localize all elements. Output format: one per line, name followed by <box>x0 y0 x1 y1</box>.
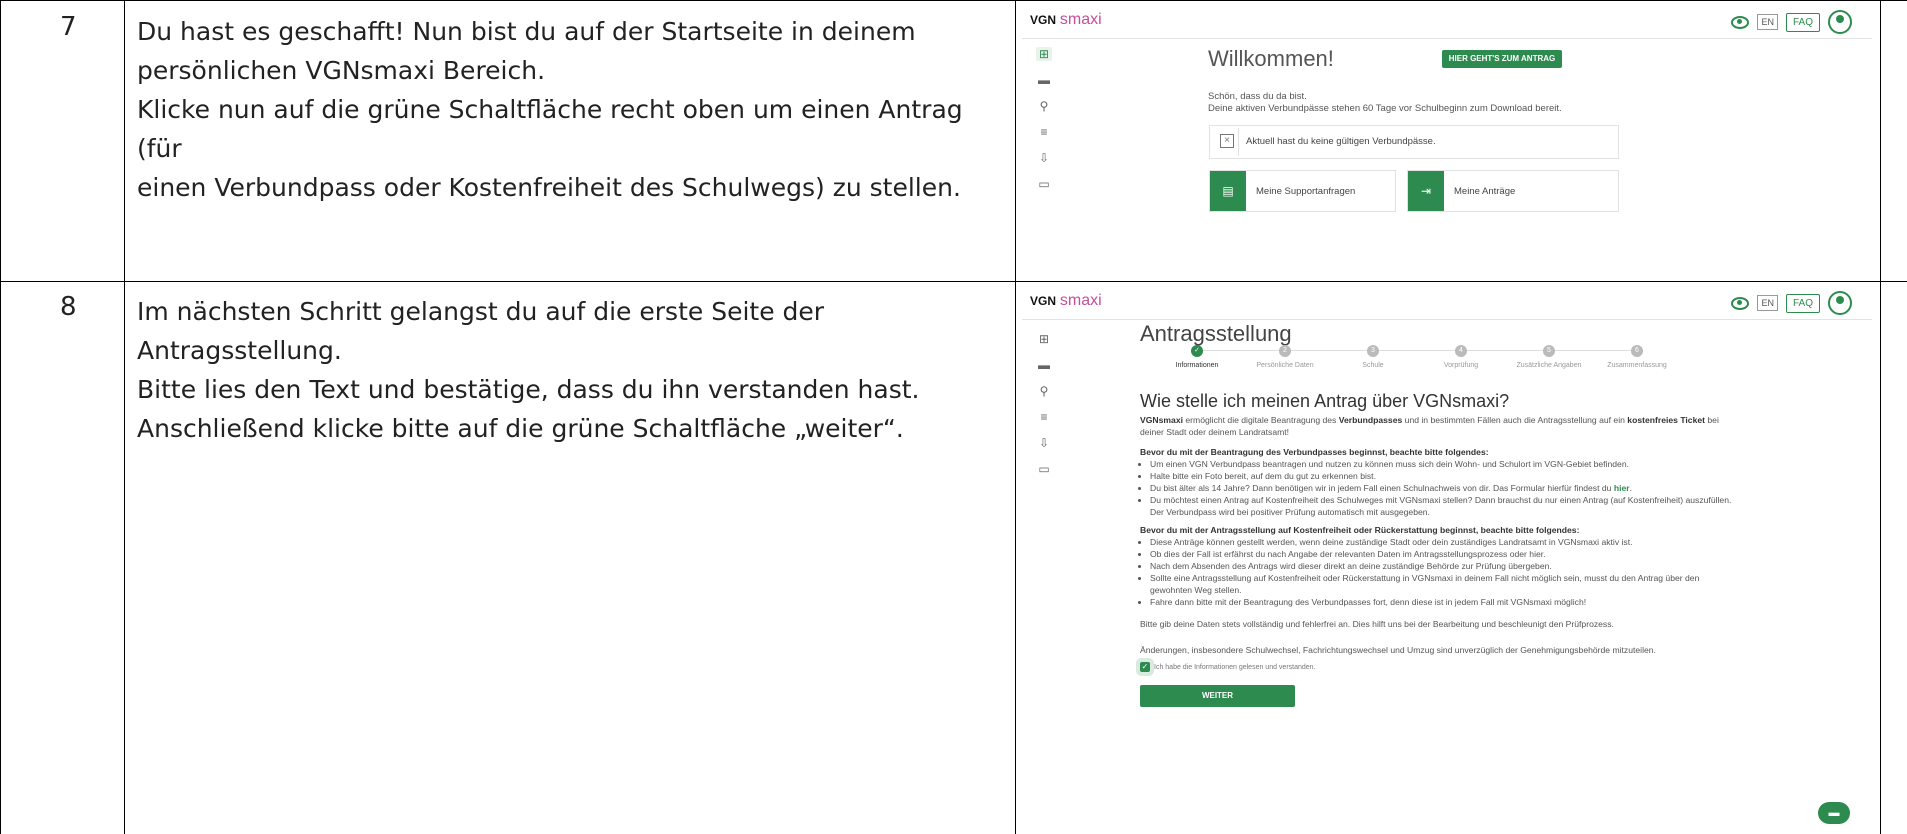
desc-line: einen Verbundpass oder Kostenfreiheit de… <box>137 173 961 202</box>
vgn-smaxi-logo[interactable]: VGN smaxi <box>1030 11 1102 29</box>
step-zusammenfassung[interactable]: 6 Zusammenfassung <box>1597 345 1677 369</box>
list-item: Du möchtest einen Antrag auf Kostenfreih… <box>1150 494 1740 518</box>
section1-list: Um einen VGN Verbundpass beantragen und … <box>1140 458 1740 518</box>
person-icon[interactable]: ⚲ <box>1036 99 1052 113</box>
chat-icon[interactable]: ▭ <box>1036 177 1052 191</box>
step-vorpruefung[interactable]: 4 Vorprüfung <box>1421 345 1501 369</box>
dashboard-icon[interactable]: ⊞ <box>1036 332 1052 346</box>
start-application-button[interactable]: HIER GEHT'S ZUM ANTRAG <box>1442 50 1562 68</box>
step-informationen[interactable]: ✓ Informationen <box>1157 345 1237 369</box>
person-icon[interactable]: ⚲ <box>1036 384 1052 398</box>
info-content: Wie stelle ich meinen Antrag über VGNsma… <box>1140 390 1740 664</box>
user-avatar-icon[interactable] <box>1828 10 1852 34</box>
table-col-divider-1 <box>124 0 125 834</box>
table-col-divider-2 <box>1015 0 1016 834</box>
chat-icon[interactable]: ▭ <box>1036 462 1052 476</box>
desc-line: Anschließend klicke bitte auf die grüne … <box>137 414 904 443</box>
list-item: Sollte eine Antragsstellung auf Kostenfr… <box>1150 572 1740 596</box>
chat-bubble-icon[interactable]: ▬ <box>1818 802 1850 824</box>
welcome-greeting: Schön, dass du da bist. <box>1208 91 1307 102</box>
support-label: Meine Supportanfragen <box>1256 186 1356 197</box>
application-icon: ⇥ <box>1408 171 1444 211</box>
list-item: Du bist älter als 14 Jahre? Dann benötig… <box>1150 482 1740 494</box>
app-sidebar: ⊞ ▬ ⚲ ≡ ⇩ ▭ <box>1022 39 1067 276</box>
list-item: Fahre dann bitte mit der Beantragung des… <box>1150 596 1740 608</box>
info-heading: Wie stelle ich meinen Antrag über VGNsma… <box>1140 391 1510 411</box>
weiter-button[interactable]: WEITER <box>1140 685 1295 707</box>
app-sidebar: ⊞ ▬ ⚲ ≡ ⇩ ▭ <box>1022 320 1067 834</box>
faq-button[interactable]: FAQ <box>1785 12 1820 32</box>
download-icon[interactable]: ⇩ <box>1036 151 1052 165</box>
welcome-info: Deine aktiven Verbundpässe stehen 60 Tag… <box>1208 103 1562 114</box>
row-description: Du hast es geschafft! Nun bist du auf de… <box>137 12 1007 207</box>
no-pass-card: × Aktuell hast du keine gültigen Verbund… <box>1209 125 1619 159</box>
download-icon[interactable]: ⇩ <box>1036 436 1052 450</box>
list-item: Diese Anträge können gestellt werden, we… <box>1150 536 1740 548</box>
welcome-title: Willkommen! <box>1208 46 1334 71</box>
list-item: Um einen VGN Verbundpass beantragen und … <box>1150 458 1740 470</box>
row-description: Im nächsten Schritt gelangst du auf die … <box>137 292 1007 448</box>
dashboard-icon[interactable]: ⊞ <box>1036 47 1052 61</box>
app-topbar: VGN smaxi EN FAQ <box>1022 4 1872 39</box>
people-list-icon[interactable]: ≡ <box>1036 410 1052 424</box>
support-card[interactable]: ▤ Meine Supportanfragen <box>1209 170 1396 212</box>
application-screenshot: VGN smaxi EN FAQ ⊞ ▬ ⚲ ≡ ⇩ ▭ Antragsstel… <box>1022 285 1872 834</box>
support-chat-icon: ▤ <box>1210 171 1246 211</box>
table-border-right <box>1880 0 1881 834</box>
table-row-divider <box>0 281 1907 282</box>
confirm-checkbox-label: Ich habe die Informationen gelesen und v… <box>1154 663 1316 671</box>
my-applications-card[interactable]: ⇥ Meine Anträge <box>1407 170 1619 212</box>
note-data-complete: Bitte gib deine Daten stets vollständig … <box>1140 619 1614 629</box>
step-persoenliche-daten[interactable]: 2 Persönliche Daten <box>1245 345 1325 369</box>
close-box-icon: × <box>1220 134 1234 148</box>
vgn-smaxi-logo[interactable]: VGN smaxi <box>1030 292 1102 310</box>
section1-title: Bevor du mit der Beantragung des Verbund… <box>1140 447 1489 457</box>
language-button[interactable]: EN <box>1757 14 1778 30</box>
application-title: Antragsstellung <box>1140 321 1292 346</box>
confirm-checkbox[interactable]: ✓ <box>1140 662 1150 672</box>
section2-title: Bevor du mit der Antragsstellung auf Kos… <box>1140 525 1580 535</box>
list-item: Halte bitte ein Foto bereit, auf dem du … <box>1150 470 1740 482</box>
table-border-left <box>0 0 1 834</box>
section2-list: Diese Anträge können gestellt werden, we… <box>1140 536 1740 608</box>
folder-icon[interactable]: ▬ <box>1036 73 1052 87</box>
no-pass-text: Aktuell hast du keine gültigen Verbundpä… <box>1246 136 1436 147</box>
stepper: ✓ Informationen 2 Persönliche Daten 3 Schul… <box>1157 345 1677 377</box>
info-intro: VGNsmaxi ermöglicht die digitale Beantra… <box>1140 415 1719 437</box>
desc-line: Klicke nun auf die grüne Schaltfläche re… <box>137 95 963 163</box>
form-link[interactable]: hier <box>1614 483 1630 493</box>
desc-line: persönlichen VGNsmaxi Bereich. <box>137 56 546 85</box>
app-topbar: VGN smaxi EN FAQ <box>1022 285 1872 320</box>
user-avatar-icon[interactable] <box>1828 291 1852 315</box>
row-number: 7 <box>60 12 77 42</box>
list-item: Nach dem Absenden des Antrags wird diese… <box>1150 560 1740 572</box>
step-schule[interactable]: 3 Schule <box>1333 345 1413 369</box>
list-item: Ob dies der Fall ist erfährst du nach An… <box>1150 548 1740 560</box>
card-divider <box>1238 128 1239 156</box>
applications-label: Meine Anträge <box>1454 186 1516 197</box>
welcome-screenshot: VGN smaxi EN FAQ ⊞ ▬ ⚲ ≡ ⇩ ▭ Willkommen!… <box>1022 4 1872 276</box>
eye-icon[interactable] <box>1731 296 1750 310</box>
confirm-checkbox-row[interactable]: ✓ Ich habe die Informationen gelesen und… <box>1140 662 1316 672</box>
folder-icon[interactable]: ▬ <box>1036 358 1052 372</box>
language-button[interactable]: EN <box>1757 295 1778 311</box>
note-changes: Änderungen, insbesondere Schulwechsel, F… <box>1140 645 1656 655</box>
faq-button[interactable]: FAQ <box>1785 293 1820 313</box>
step-zusaetzliche-angaben[interactable]: 5 Zusätzliche Angaben <box>1509 345 1589 369</box>
desc-line: Im nächsten Schritt gelangst du auf die … <box>137 297 825 365</box>
desc-line: Bitte lies den Text und bestätige, dass … <box>137 375 920 404</box>
eye-icon[interactable] <box>1731 15 1750 29</box>
people-list-icon[interactable]: ≡ <box>1036 125 1052 139</box>
desc-line: Du hast es geschafft! Nun bist du auf de… <box>137 17 916 46</box>
table-border-top <box>0 0 1907 1</box>
row-number: 8 <box>60 292 77 322</box>
